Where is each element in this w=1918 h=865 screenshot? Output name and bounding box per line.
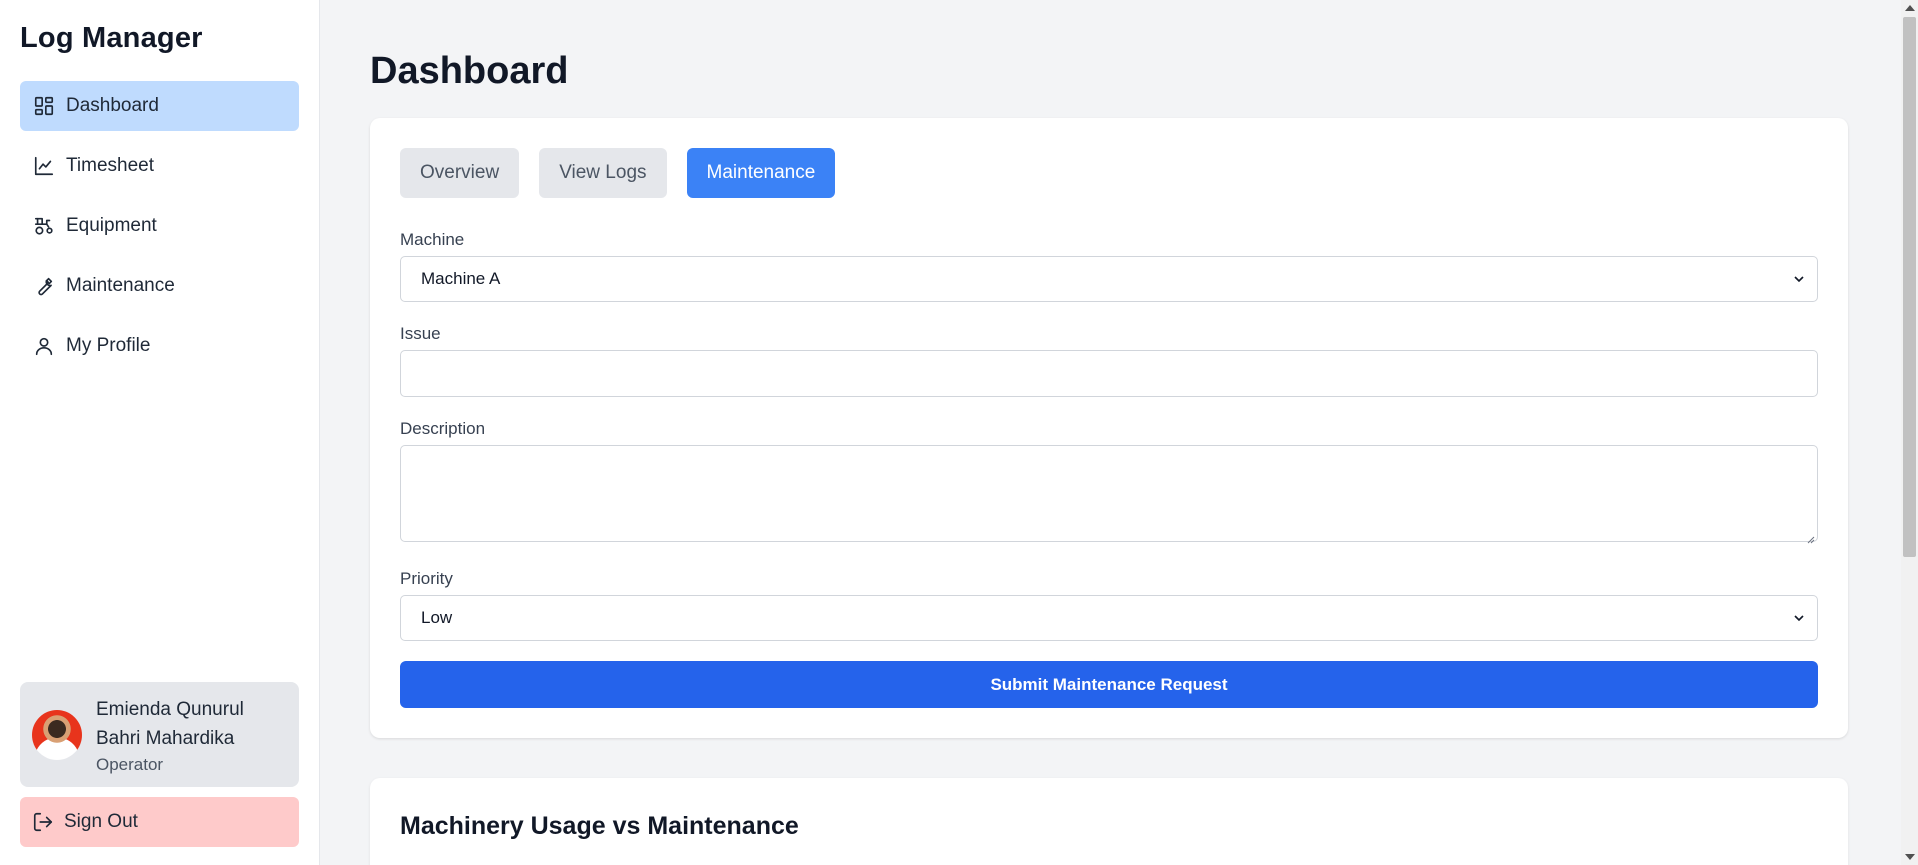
usage-chart-card: Machinery Usage vs Maintenance — [370, 778, 1848, 865]
scrollbar-thumb[interactable] — [1903, 17, 1916, 557]
sidebar-item-maintenance[interactable]: Maintenance — [20, 261, 299, 311]
priority-select[interactable]: Low — [400, 595, 1818, 641]
tractor-icon — [32, 214, 56, 238]
tab-bar: Overview View Logs Maintenance — [400, 148, 1818, 198]
tab-maintenance[interactable]: Maintenance — [686, 148, 836, 198]
chart-card-title: Machinery Usage vs Maintenance — [400, 812, 799, 840]
machine-label: Machine — [400, 230, 465, 249]
sidebar-item-label: Maintenance — [66, 275, 175, 296]
sign-out-icon — [33, 812, 53, 832]
chevron-down-icon — [1794, 615, 1804, 622]
priority-label: Priority — [400, 569, 453, 588]
issue-input[interactable] — [400, 350, 1818, 397]
priority-select-value: Low — [421, 608, 453, 627]
scroll-down-icon[interactable] — [1905, 854, 1915, 860]
page-title: Dashboard — [370, 50, 569, 92]
sidebar-item-my-profile[interactable]: My Profile — [20, 321, 299, 371]
app-title: Log Manager — [20, 22, 203, 54]
sidebar-item-equipment[interactable]: Equipment — [20, 201, 299, 251]
sidebar-nav: Dashboard Timesheet Equipment Maintenanc… — [20, 81, 299, 371]
user-icon — [32, 334, 56, 358]
description-field-group: Description — [400, 419, 1818, 547]
issue-label: Issue — [400, 324, 441, 343]
sidebar-item-label: My Profile — [66, 335, 151, 356]
sidebar: Log Manager Dashboard Timesheet Equipmen… — [0, 0, 320, 865]
priority-field-group: Priority Low — [400, 569, 1818, 641]
sign-out-label: Sign Out — [64, 811, 138, 832]
sidebar-item-dashboard[interactable]: Dashboard — [20, 81, 299, 131]
description-textarea[interactable] — [400, 445, 1818, 542]
tab-overview[interactable]: Overview — [400, 148, 520, 198]
scroll-up-icon[interactable] — [1905, 5, 1915, 11]
dashboard-icon — [32, 94, 56, 118]
avatar — [32, 709, 82, 760]
user-role: Operator — [96, 754, 164, 774]
sidebar-item-label: Dashboard — [66, 95, 159, 116]
sidebar-item-label: Equipment — [66, 215, 157, 236]
vertical-scrollbar[interactable] — [1901, 0, 1918, 865]
machine-select[interactable]: Machine A — [400, 256, 1818, 302]
sidebar-item-label: Timesheet — [66, 155, 154, 176]
tab-view-logs[interactable]: View Logs — [539, 148, 667, 198]
resize-grip-icon[interactable] — [1805, 534, 1815, 544]
chevron-down-icon — [1794, 276, 1804, 283]
user-name: Emienda Qunurul Bahri Mahardika — [96, 698, 244, 749]
chart-line-icon — [32, 154, 56, 178]
user-card: Emienda Qunurul Bahri Mahardika Operator — [20, 682, 299, 787]
wrench-icon — [32, 274, 56, 298]
main-content: Dashboard Overview View Logs Maintenance… — [320, 0, 1918, 865]
sign-out-button[interactable]: Sign Out — [20, 797, 299, 847]
machine-field-group: Machine Machine A — [400, 230, 1818, 302]
issue-field-group: Issue — [400, 324, 1818, 397]
machine-select-value: Machine A — [421, 269, 501, 288]
maintenance-card: Overview View Logs Maintenance Machine M… — [370, 118, 1848, 738]
description-label: Description — [400, 419, 486, 438]
submit-maintenance-button[interactable]: Submit Maintenance Request — [400, 661, 1818, 708]
sidebar-item-timesheet[interactable]: Timesheet — [20, 141, 299, 191]
